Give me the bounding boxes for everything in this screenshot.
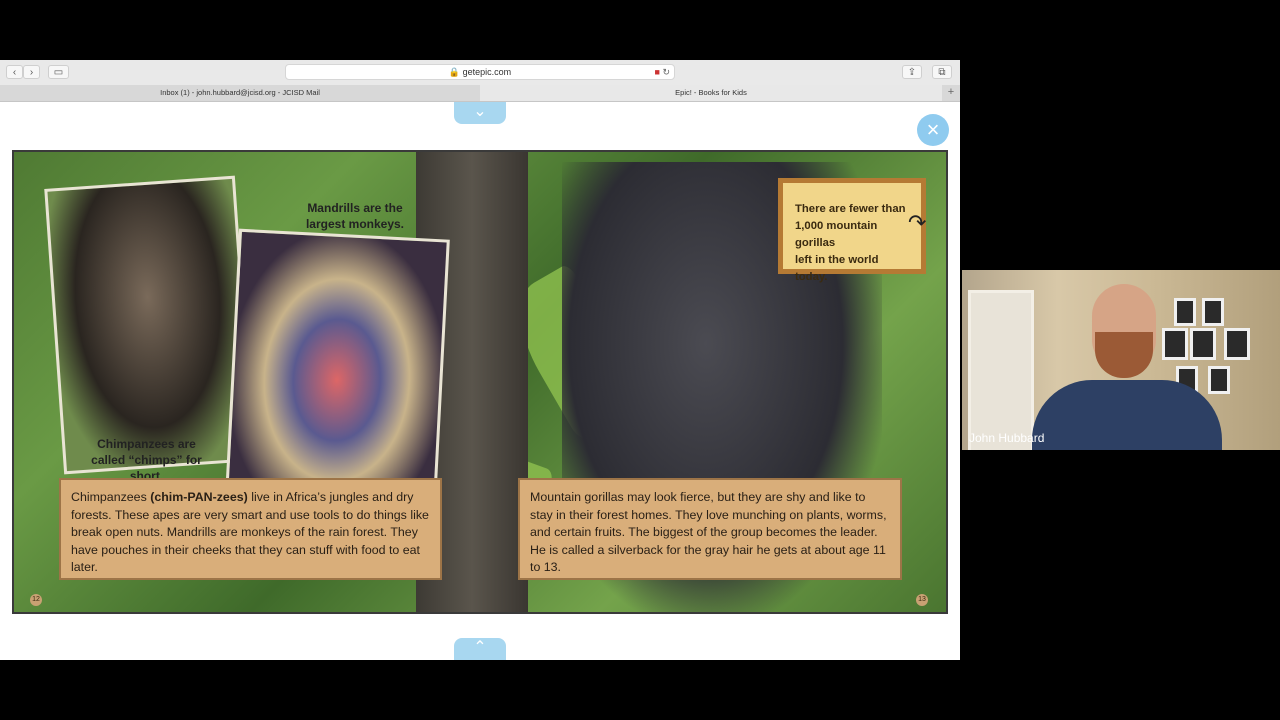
chimp-caption: Chimpanzees are called “chimps” for shor… bbox=[91, 437, 202, 483]
reload-icon[interactable]: ↻ bbox=[662, 67, 670, 77]
blocked-content-icon[interactable]: ■ bbox=[655, 67, 660, 77]
wall-frame bbox=[1202, 298, 1224, 326]
left-text-pronunciation: (chim-PAN-zees) bbox=[150, 490, 248, 504]
wall-frame bbox=[1174, 298, 1196, 326]
new-tab-button[interactable]: + bbox=[942, 85, 960, 101]
wall-frame bbox=[1208, 366, 1230, 394]
chevron-down-icon[interactable]: ⌄ bbox=[454, 102, 506, 124]
browser-toolbar: ‹ › ▭ 🔒 getepic.com ■ ↻ ⇪ ⧉ bbox=[0, 60, 960, 86]
book-spread: Mandrills are the largest monkeys. Chimp… bbox=[12, 150, 948, 614]
lock-icon: 🔒 bbox=[448, 67, 461, 77]
chimpanzee-photo bbox=[44, 175, 255, 475]
page-number-left: 12 bbox=[30, 594, 42, 606]
wall-frame bbox=[1162, 328, 1188, 360]
left-text-box: Chimpanzees (chim-PAN-zees) live in Afri… bbox=[59, 478, 442, 580]
mandrill-photo bbox=[225, 228, 450, 506]
book-reader: ⌄ × Mandrills are the largest monkeys. C… bbox=[0, 102, 960, 660]
share-button[interactable]: ⇪ bbox=[902, 65, 922, 79]
back-button[interactable]: ‹ bbox=[6, 65, 23, 79]
wall-frame bbox=[1224, 328, 1250, 360]
chevron-up-icon[interactable]: ⌃ bbox=[454, 638, 506, 660]
tab-inbox[interactable]: Inbox (1) - john.hubbard@jcisd.org - JCI… bbox=[0, 85, 480, 101]
url-text: getepic.com bbox=[462, 67, 512, 77]
video-tile: John Hubbard bbox=[962, 270, 1280, 450]
gorilla-fact-sign: There are fewer than 1,000 mountain gori… bbox=[778, 178, 926, 283]
tabs-overview-button[interactable]: ⧉ bbox=[932, 65, 952, 79]
sidebar-toggle-button[interactable]: ▭ bbox=[48, 65, 69, 79]
forward-button[interactable]: › bbox=[23, 65, 40, 79]
left-text-pre: Chimpanzees bbox=[71, 490, 151, 504]
curved-arrow-icon: ↷ bbox=[908, 210, 927, 235]
participant-shirt bbox=[1032, 380, 1222, 450]
browser-window: ‹ › ▭ 🔒 getepic.com ■ ↻ ⇪ ⧉ Inbox (1) - … bbox=[0, 60, 960, 660]
doorway bbox=[968, 290, 1034, 450]
address-bar[interactable]: 🔒 getepic.com ■ ↻ bbox=[285, 64, 675, 80]
participant-name: John Hubbard bbox=[969, 431, 1045, 445]
tab-epic[interactable]: Epic! - Books for Kids bbox=[480, 85, 942, 101]
right-text-box: Mountain gorillas may look fierce, but t… bbox=[518, 478, 902, 580]
close-icon[interactable]: × bbox=[917, 114, 949, 146]
wall-frame bbox=[1190, 328, 1216, 360]
mandrill-caption: Mandrills are the largest monkeys. bbox=[305, 201, 405, 231]
tab-bar: Inbox (1) - john.hubbard@jcisd.org - JCI… bbox=[0, 85, 960, 102]
page-number-right: 13 bbox=[916, 594, 928, 606]
